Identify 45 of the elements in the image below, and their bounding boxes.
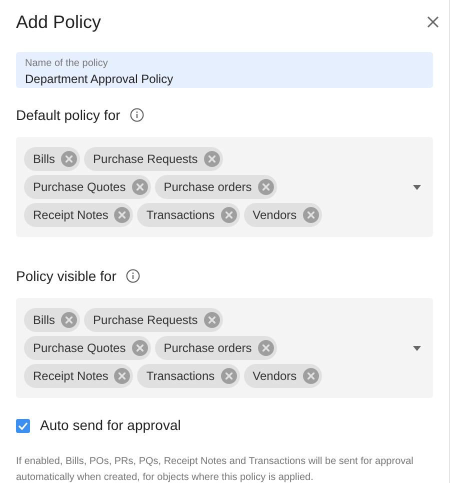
close-icon[interactable]: [427, 16, 439, 28]
tag-chip: Vendors: [244, 203, 322, 227]
field-label: Name of the policy: [25, 57, 109, 70]
dialog-title: Add Policy: [16, 10, 102, 34]
check-icon: [18, 422, 28, 430]
checkbox-label: Auto send for approval: [40, 416, 181, 435]
remove-icon[interactable]: [258, 340, 274, 356]
remove-icon[interactable]: [132, 179, 148, 195]
remove-icon[interactable]: [220, 368, 237, 384]
tag-chip: Transactions: [137, 203, 240, 227]
remove-icon[interactable]: [204, 312, 220, 328]
tag-chip: Receipt Notes: [24, 364, 134, 388]
dropdown-caret-icon[interactable]: [413, 346, 421, 350]
remove-icon[interactable]: [258, 179, 274, 195]
remove-icon[interactable]: [220, 207, 237, 223]
remove-icon[interactable]: [114, 207, 130, 223]
tag-chip: Purchase orders: [154, 175, 277, 199]
info-icon[interactable]: [130, 108, 144, 122]
tag-chip: Purchase Quotes: [24, 175, 151, 199]
remove-icon[interactable]: [61, 151, 78, 167]
dropdown-caret-icon[interactable]: [413, 184, 421, 190]
remove-icon[interactable]: [132, 340, 148, 356]
remove-icon[interactable]: [114, 368, 130, 384]
multi-select-field[interactable]: Bills Purchase Requests Purchase Quotes Purchase orders Receipt Notes Transactions Vendors: [16, 137, 433, 237]
tag-chip: Purchase Quotes: [24, 336, 151, 360]
tag-chip: Purchase orders: [154, 336, 277, 360]
tag-chip: Transactions: [137, 364, 240, 388]
remove-icon[interactable]: [302, 207, 319, 223]
help-text: If enabled, Bills, POs, PRs, PQs, Receipt Notes and Transactions will be sent for approval automatically when created, for objects where this policy is applied.: [16, 455, 414, 483]
checkbox[interactable]: [16, 418, 30, 432]
remove-icon[interactable]: [204, 151, 220, 167]
name-input-field[interactable]: Name of the policy Department Approval Policy: [16, 52, 433, 88]
remove-icon[interactable]: [302, 368, 319, 384]
tag-chip: Vendors: [244, 364, 322, 388]
remove-icon[interactable]: [61, 312, 78, 328]
tag-chip: Bills: [24, 147, 80, 171]
section-label: Default policy for: [16, 106, 120, 125]
tag-chip: Purchase Requests: [84, 308, 223, 332]
tag-chip: Purchase Requests: [84, 147, 223, 171]
tag-chip: Bills: [24, 308, 80, 332]
tag-chip: Receipt Notes: [24, 203, 134, 227]
info-icon[interactable]: [126, 269, 140, 283]
field-value: Department Approval Policy: [25, 71, 174, 88]
multi-select-field[interactable]: Bills Purchase Requests Purchase Quotes Purchase orders Receipt Notes Transactions Vendors: [16, 298, 433, 398]
section-label: Policy visible for: [16, 266, 116, 286]
